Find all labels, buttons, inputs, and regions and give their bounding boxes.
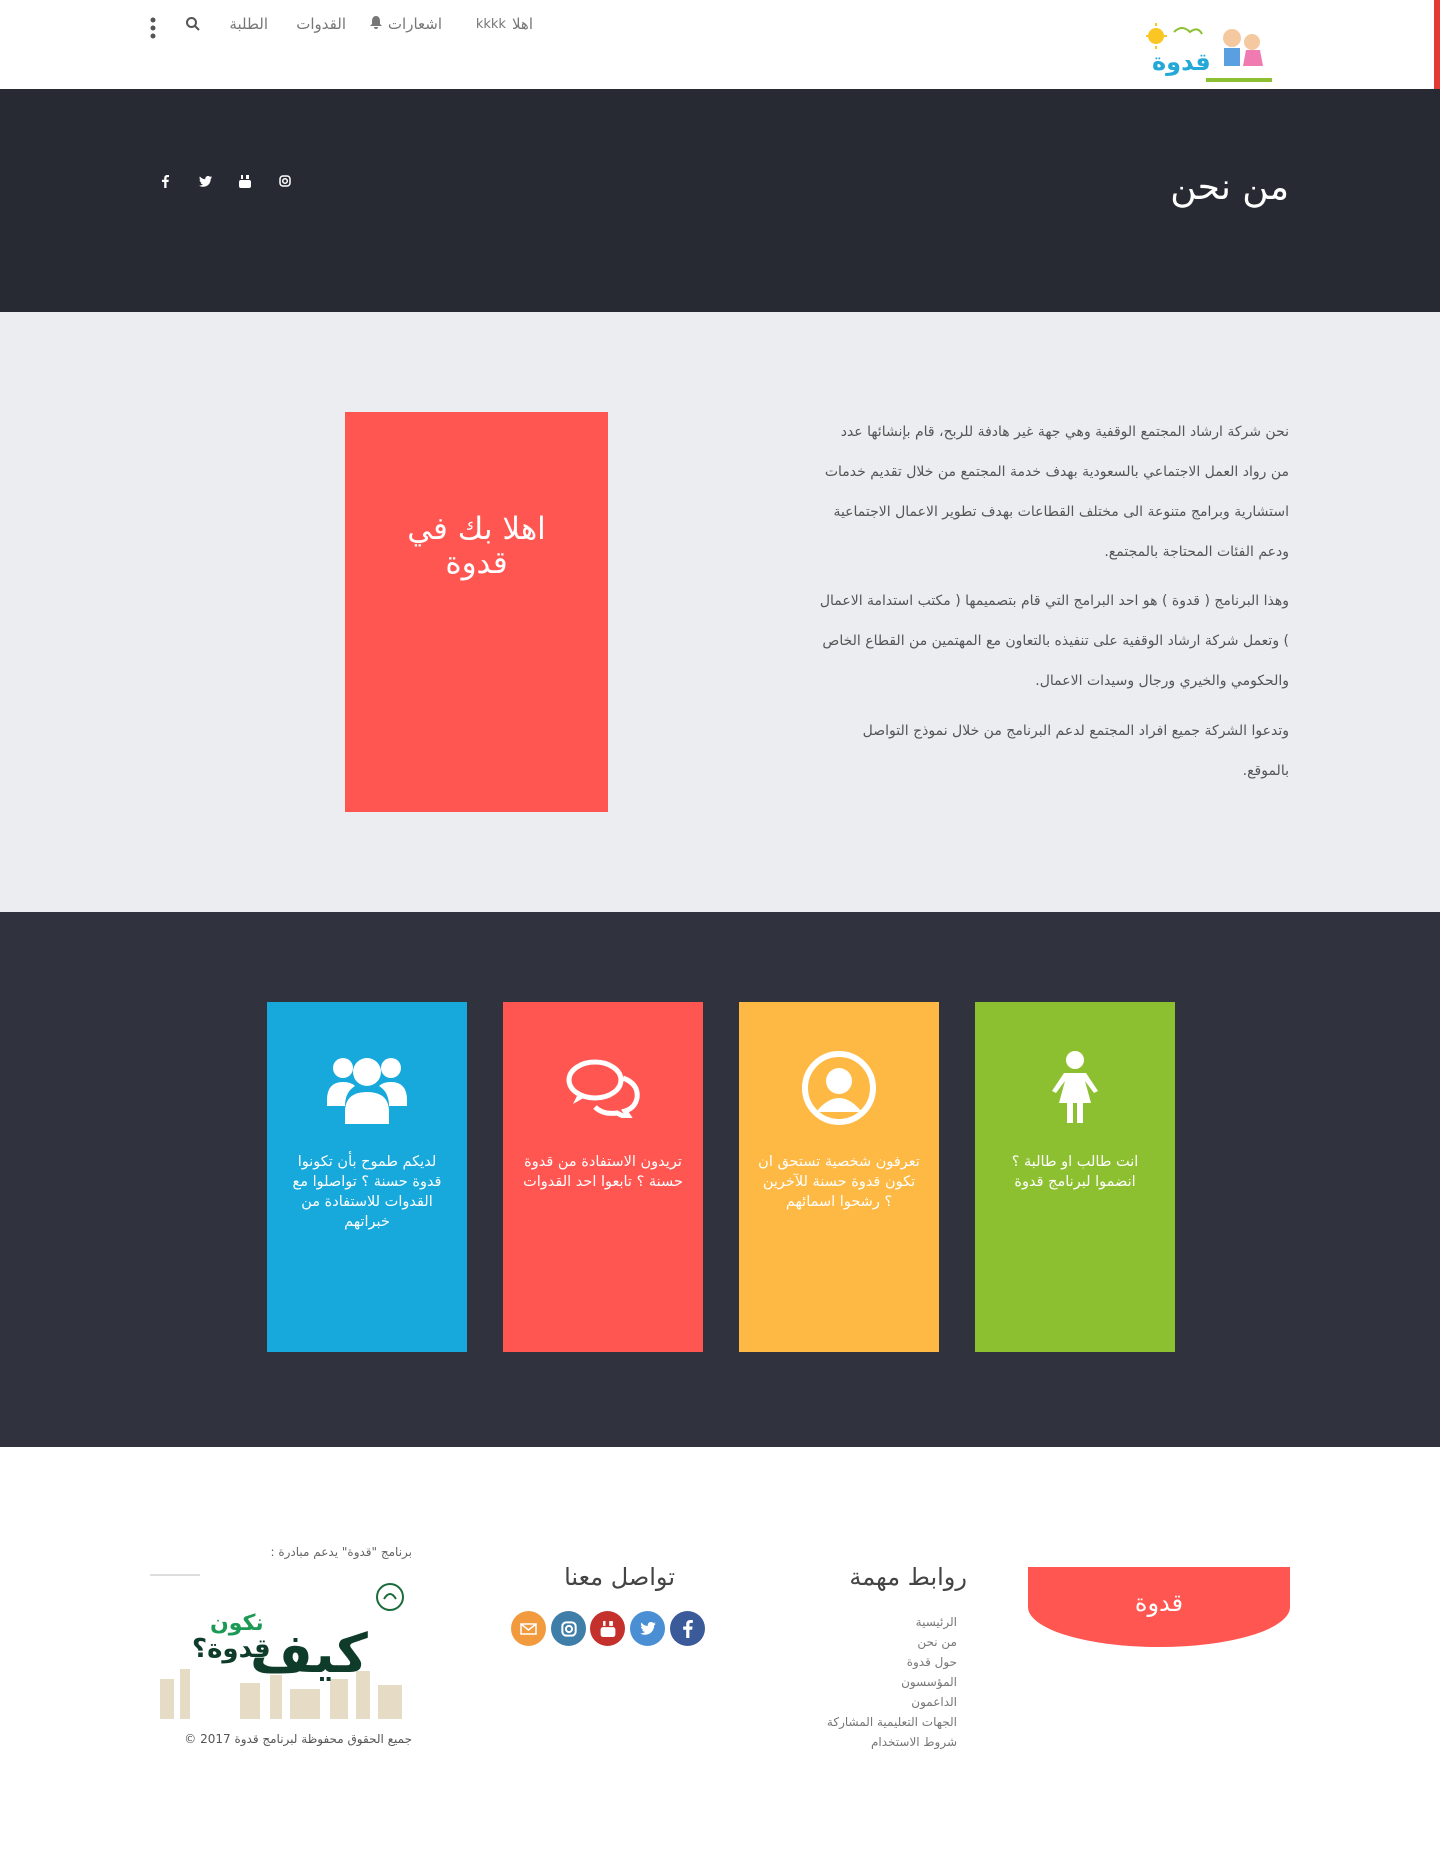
about-paragraph: نحن شركة ارشاد المجتمع الوقفية وهي جهة غ… <box>824 424 1289 560</box>
initiative-logo: كيف نكون قدوة؟ <box>150 1579 414 1721</box>
footer-brand[interactable]: قدوة <box>1028 1567 1290 1647</box>
footer-link-terms[interactable]: شروط الاستخدام <box>871 1735 957 1749</box>
card-text: لديكم طموح بأن تكونوا قدوة حسنة ؟ تواصلو… <box>292 1154 442 1230</box>
footer-link-about-qudwa[interactable]: حول قدوة <box>907 1655 957 1669</box>
email-icon[interactable] <box>511 1611 546 1646</box>
features-section: انت طالب او طالبة ؟ انضموا لبرنامج قدوة … <box>0 912 1440 1447</box>
notifications-label: اشعارات <box>387 15 442 33</box>
welcome-box: اهلا بك في قدوة <box>345 412 608 812</box>
about-paragraph: وتدعوا الشركة جميع افراد المجتمع لدعم ال… <box>862 723 1289 779</box>
facebook-icon[interactable] <box>670 1611 705 1646</box>
search-icon[interactable] <box>185 16 201 32</box>
page-title-band: من نحن <box>0 89 1440 312</box>
welcome-text: اهلا بك في قدوة <box>345 512 608 580</box>
notifications-link[interactable]: اشعارات <box>369 13 442 35</box>
twitter-icon[interactable] <box>195 171 215 191</box>
group-icon <box>267 1048 467 1128</box>
student-icon <box>975 1048 1175 1128</box>
links-heading: روابط مهمة <box>849 1563 967 1591</box>
divider <box>150 1574 200 1576</box>
greeting-label: اهلا <box>511 15 533 33</box>
about-section: نحن شركة ارشاد المجتمع الوقفية وهي جهة غ… <box>0 312 1440 912</box>
more-menu-icon[interactable] <box>149 16 157 40</box>
site-logo[interactable]: قدوة <box>1145 22 1272 84</box>
instagram-icon[interactable] <box>275 171 295 191</box>
role-models-label: القدوات <box>296 15 346 33</box>
youtube-icon[interactable] <box>590 1611 625 1646</box>
twitter-icon[interactable] <box>630 1611 665 1646</box>
support-note: برنامج "قدوة" يدعم مبادرة : <box>270 1545 412 1559</box>
site-footer: قدوة روابط مهمة الرئيسية من نحن حول قدوة… <box>0 1447 1440 1863</box>
logo-text: قدوة <box>1152 48 1211 76</box>
card-text: تريدون الاستفادة من قدوة حسنة ؟ تابعوا ا… <box>523 1154 683 1190</box>
youtube-icon[interactable] <box>235 171 255 191</box>
about-paragraph: وهذا البرنامج ( قدوة ) هو احد البرامج ال… <box>819 593 1289 689</box>
footer-link-home[interactable]: الرئيسية <box>916 1615 957 1629</box>
bell-icon <box>369 15 382 33</box>
footer-brand-label: قدوة <box>1134 1589 1184 1617</box>
footer-link-founders[interactable]: المؤسسون <box>901 1675 957 1689</box>
footer-link-supporters[interactable]: الداعمون <box>911 1695 957 1709</box>
card-connect[interactable]: لديكم طموح بأن تكونوا قدوة حسنة ؟ تواصلو… <box>267 1002 467 1352</box>
footer-link-education-partners[interactable]: الجهات التعليمية المشاركة <box>827 1715 957 1729</box>
card-follow[interactable]: تريدون الاستفادة من قدوة حسنة ؟ تابعوا ا… <box>503 1002 703 1352</box>
page-title: من نحن <box>1170 167 1289 208</box>
initiative-word-nakun: نكون <box>210 1611 264 1636</box>
contact-heading: تواصل معنا <box>564 1563 675 1591</box>
card-text: انت طالب او طالبة ؟ انضموا لبرنامج قدوة <box>1011 1154 1139 1190</box>
chat-bubbles-icon <box>503 1048 703 1128</box>
initiative-word-qudwa: قدوة؟ <box>192 1634 271 1664</box>
site-header: قدوة اهلا kkkk اشعارات القدوات الطلبة <box>0 0 1440 89</box>
card-text: تعرفون شخصية تستحق ان تكون قدوة حسنة للآ… <box>758 1154 920 1210</box>
copyright: جميع الحقوق محفوظة لبرنامج قدوة 2017 © <box>184 1732 412 1746</box>
user-greeting[interactable]: اهلا kkkk <box>476 13 533 35</box>
welcome-line: قدوة <box>445 545 508 581</box>
students-link[interactable]: الطلبة <box>229 13 268 35</box>
students-label: الطلبة <box>229 15 268 33</box>
role-models-link[interactable]: القدوات <box>296 13 346 35</box>
footer-link-about[interactable]: من نحن <box>917 1635 957 1649</box>
card-join-program[interactable]: انت طالب او طالبة ؟ انضموا لبرنامج قدوة <box>975 1002 1175 1352</box>
instagram-icon[interactable] <box>551 1611 586 1646</box>
username-label: kkkk <box>475 16 506 32</box>
welcome-line: اهلا بك في <box>407 511 546 547</box>
card-nominate[interactable]: تعرفون شخصية تستحق ان تكون قدوة حسنة للآ… <box>739 1002 939 1352</box>
user-circle-icon <box>739 1048 939 1128</box>
facebook-icon[interactable] <box>155 171 175 191</box>
